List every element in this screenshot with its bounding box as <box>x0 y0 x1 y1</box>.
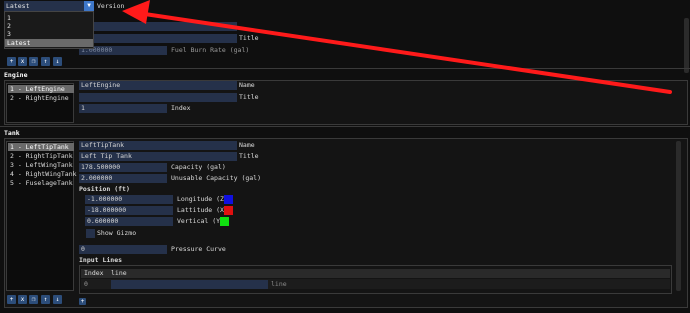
tank-item-fuselage[interactable]: 5 - FuselageTank <box>8 179 74 187</box>
engine-index-field[interactable]: 1 <box>79 104 167 113</box>
show-gizmo-checkbox[interactable] <box>86 229 95 238</box>
engine-name-field[interactable]: LeftEngine <box>79 81 237 90</box>
fuel-burn-label: Fuel Burn Rate (gal) <box>171 46 250 54</box>
version-selected: Latest <box>6 2 30 10</box>
pressure-curve-label: Pressure Curve <box>171 245 226 253</box>
longitude-color-swatch[interactable] <box>224 195 233 204</box>
engine-item-right[interactable]: 2 - RightEngine <box>8 94 74 102</box>
tank-header: Tank <box>4 129 20 137</box>
tank-down-button[interactable]: ↓ <box>53 295 62 304</box>
version-option-2[interactable]: 2 <box>7 22 11 30</box>
tank-title-label: Title <box>239 152 259 160</box>
table-row-index: 0 <box>84 280 88 288</box>
vertical-field[interactable]: 0.600000 <box>85 217 173 226</box>
tank-name-field[interactable]: LeftTipTank <box>79 141 237 150</box>
tank-up-button[interactable]: ↑ <box>41 295 50 304</box>
chevron-down-icon[interactable]: ▼ <box>84 1 94 11</box>
tank-scrollbar[interactable] <box>676 141 681 291</box>
input-lines-header: Input Lines <box>79 256 123 264</box>
version-label: Version <box>97 2 125 10</box>
latitude-field[interactable]: -18.000000 <box>85 206 173 215</box>
tank-add-button[interactable]: + <box>7 295 16 304</box>
pressure-curve-field[interactable]: 0 <box>79 245 167 254</box>
version-option-3[interactable]: 3 <box>7 30 11 38</box>
engine-index-label: Index <box>171 104 191 112</box>
table-header-line: line <box>111 269 127 277</box>
top-name-field[interactable] <box>79 22 237 31</box>
engine-header: Engine <box>4 71 28 79</box>
main-scrollbar[interactable] <box>684 18 689 73</box>
top-title-field[interactable] <box>79 34 237 43</box>
tank-item-right-wing[interactable]: 4 - RightWingTank <box>8 170 77 178</box>
top-down-button[interactable]: ↓ <box>53 57 62 66</box>
unusable-capacity-label: Unusable Capacity (gal) <box>171 174 262 182</box>
vertical-color-swatch[interactable] <box>220 217 229 226</box>
version-option-latest[interactable]: Latest <box>5 39 93 47</box>
input-line-add-button[interactable]: + <box>79 298 86 305</box>
table-row-line-placeholder: line <box>271 280 287 288</box>
table-header-row <box>81 269 670 278</box>
engine-title-label: Title <box>239 93 259 101</box>
tank-remove-button[interactable]: x <box>18 295 27 304</box>
unusable-capacity-field[interactable]: 2.000000 <box>79 174 167 183</box>
capacity-label: Capacity (gal) <box>171 163 226 171</box>
engine-title-field[interactable] <box>79 93 237 102</box>
top-copy-button[interactable]: ❐ <box>29 57 38 66</box>
version-dropdown: 1 2 3 Latest <box>4 11 94 49</box>
position-header: Position (ft) <box>79 185 130 193</box>
divider <box>0 126 690 127</box>
latitude-color-swatch[interactable] <box>224 206 233 215</box>
vertical-label: Vertical (Y) <box>177 217 224 225</box>
engine-name-label: Name <box>239 81 255 89</box>
divider <box>0 68 690 69</box>
longitude-field[interactable]: -1.000000 <box>85 195 173 204</box>
table-header-index: Index <box>84 269 104 277</box>
tank-title-field[interactable]: Left Tip Tank <box>79 152 237 161</box>
top-title-label: Title <box>239 34 259 42</box>
tank-item-left-tip[interactable]: 1 - LeftTipTank <box>8 143 74 151</box>
top-remove-button[interactable]: x <box>18 57 27 66</box>
top-up-button[interactable]: ↑ <box>41 57 50 66</box>
tank-copy-button[interactable]: ❐ <box>29 295 38 304</box>
version-combo[interactable]: Latest ▼ <box>4 1 94 11</box>
top-add-button[interactable]: + <box>7 57 16 66</box>
tank-item-left-wing[interactable]: 3 - LeftWingTank <box>8 161 74 169</box>
show-gizmo-label: Show Gizmo <box>97 229 137 237</box>
tank-name-label: Name <box>239 141 255 149</box>
engine-item-left[interactable]: 1 - LeftEngine <box>8 85 74 93</box>
latitude-label: Lattitude (X) <box>177 206 228 214</box>
tank-item-right-tip[interactable]: 2 - RightTipTank <box>8 152 74 160</box>
table-row-line-input[interactable] <box>111 280 268 289</box>
capacity-field[interactable]: 178.500000 <box>79 163 167 172</box>
version-option-1[interactable]: 1 <box>7 14 11 22</box>
longitude-label: Longitude (Z) <box>177 195 228 203</box>
